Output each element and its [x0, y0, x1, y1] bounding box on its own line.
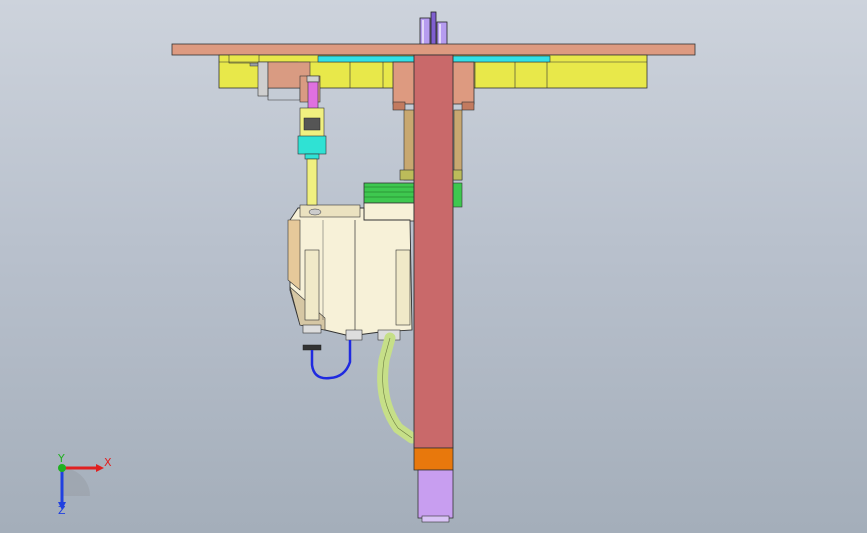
- main-column: [413, 54, 454, 523]
- top-pipes: [419, 11, 448, 47]
- top-plate: [171, 43, 696, 56]
- z-axis-label: Z: [58, 504, 66, 517]
- coordinate-triad: X Y Z: [57, 452, 112, 517]
- robot-body: [287, 204, 413, 351]
- green-cable: [377, 332, 418, 444]
- assembly-model[interactable]: X Y Z: [0, 0, 867, 533]
- x-axis-label: X: [104, 456, 112, 469]
- y-axis-icon: [58, 464, 66, 472]
- y-axis-label: Y: [57, 452, 65, 465]
- cad-viewport[interactable]: X Y Z: [0, 0, 867, 533]
